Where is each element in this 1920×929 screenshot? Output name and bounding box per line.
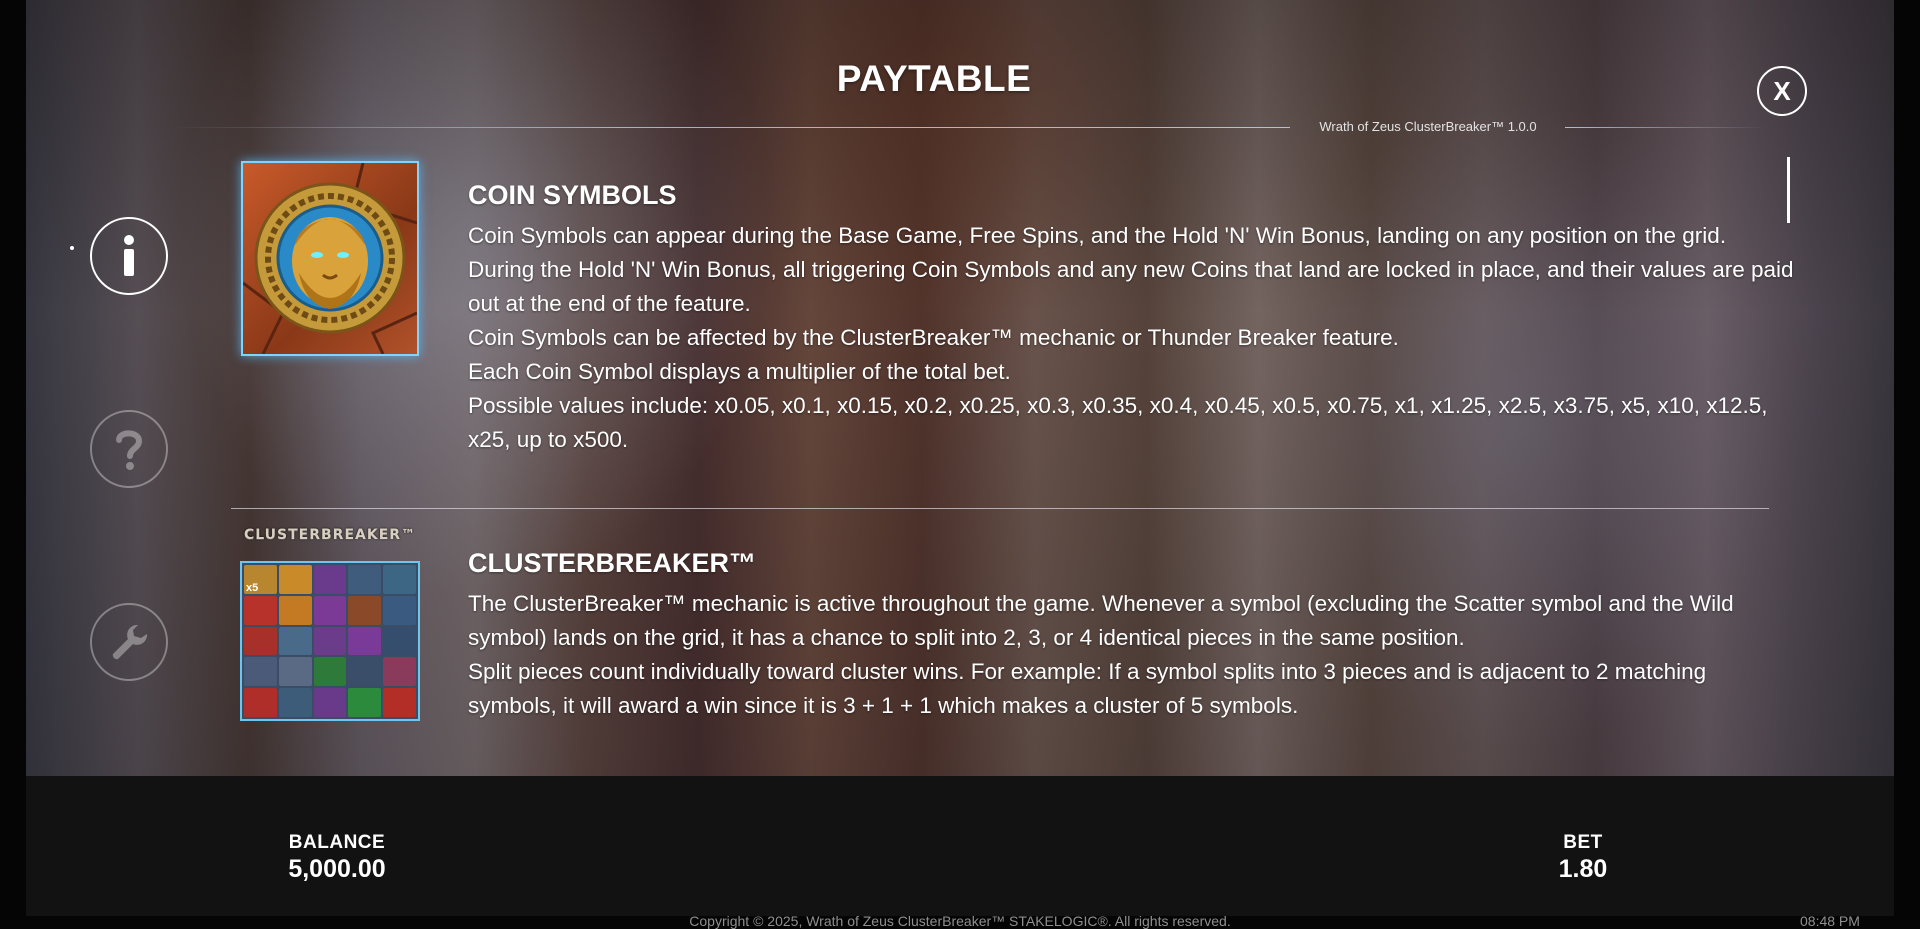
bet-value: 1.80	[1558, 855, 1608, 883]
nav-indicator-dot	[70, 246, 74, 250]
scrollbar-thumb[interactable]	[1787, 157, 1790, 223]
close-button[interactable]: X	[1757, 66, 1807, 116]
info-icon	[124, 235, 134, 276]
balance-display: BALANCE 5,000.00	[267, 832, 407, 884]
page-title: PAYTABLE	[836, 58, 1032, 99]
coin-paragraph: During the Hold 'N' Win Bonus, all trigg…	[468, 257, 1794, 316]
coin-paragraph: Coin Symbols can be affected by the Clus…	[468, 325, 1399, 350]
coin-paragraph: Each Coin Symbol displays a multiplier o…	[468, 359, 1011, 384]
close-icon: X	[1773, 75, 1791, 106]
coin-symbols-heading: COIN SYMBOLS	[468, 180, 677, 210]
clusterbreaker-heading: CLUSTERBREAKER™	[468, 548, 757, 578]
coin-symbol-image	[241, 161, 419, 356]
info-tab-button[interactable]	[90, 217, 168, 295]
clusterbreaker-paragraph: Split pieces count individually toward c…	[468, 659, 1707, 718]
clusterbreaker-description: The ClusterBreaker™ mechanic is active t…	[468, 587, 1798, 723]
header-rule-left	[170, 127, 1290, 128]
clusterbreaker-paragraph: The ClusterBreaker™ mechanic is active t…	[468, 591, 1734, 650]
copyright-text: Copyright © 2025, Wrath of Zeus ClusterB…	[689, 913, 1231, 929]
coin-symbols-description: Coin Symbols can appear during the Base …	[468, 219, 1798, 457]
settings-tab-button[interactable]	[90, 603, 168, 681]
game-version: Wrath of Zeus ClusterBreaker™ 1.0.0	[1319, 119, 1537, 134]
clusterbreaker-grid-image: x5	[240, 561, 420, 721]
coin-paragraph: Coin Symbols can appear during the Base …	[468, 223, 1727, 248]
balance-label: BALANCE	[288, 832, 386, 853]
help-tab-button[interactable]	[90, 410, 168, 488]
clusterbreaker-logo: CLUSTERBREAKER™	[243, 527, 417, 543]
coin-paragraph: Possible values include: x0.05, x0.1, x0…	[468, 393, 1768, 452]
bet-display: BET 1.80	[1523, 832, 1643, 884]
multiplier-badge: x5	[246, 581, 259, 594]
bet-label: BET	[1563, 832, 1603, 853]
header-rule-right	[1565, 127, 1765, 128]
question-icon	[116, 430, 143, 470]
section-divider	[231, 508, 1769, 509]
balance-value: 5,000.00	[288, 855, 386, 883]
wrench-icon	[112, 624, 148, 660]
clock-time: 08:48 PM	[1800, 913, 1860, 929]
